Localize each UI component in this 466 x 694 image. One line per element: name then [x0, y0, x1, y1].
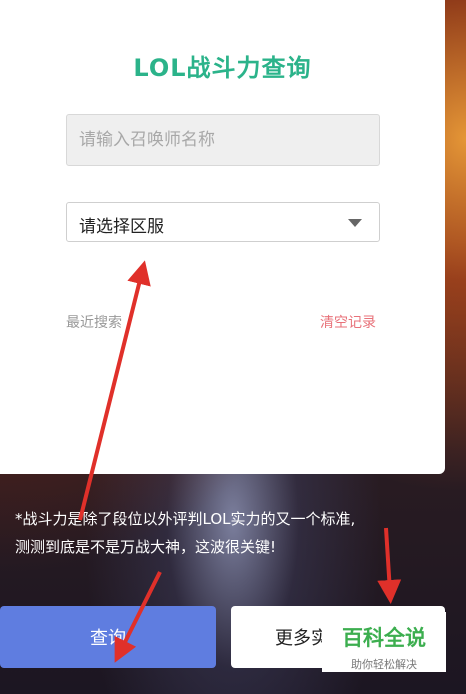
server-select[interactable]: 请选择区服	[66, 202, 380, 242]
info-note-line: *战斗力是除了段位以外评判LOL实力的又一个标准,	[15, 510, 356, 528]
recent-search-label: 最近搜索	[66, 315, 122, 331]
more-button-label: 更多实	[275, 628, 329, 649]
server-select-label: 请选择区服	[79, 217, 164, 237]
query-button[interactable]: 查询	[0, 606, 216, 668]
caret-down-icon	[348, 219, 362, 227]
watermark-title: 百科全说	[342, 626, 426, 650]
watermark-logo: 百科全说 助你轻松解决	[322, 612, 446, 672]
summoner-name-input[interactable]	[66, 114, 380, 166]
query-button-label: 查询	[90, 628, 126, 649]
clear-history-link[interactable]: 清空记录	[320, 312, 376, 332]
info-note: *战斗力是除了段位以外评判LOL实力的又一个标准, 测测到底是不是万战大神，这波…	[15, 505, 455, 561]
watermark-subtitle: 助你轻松解决	[351, 658, 417, 671]
info-note-line: 测测到底是不是万战大神，这波很关键!	[15, 538, 277, 556]
query-card: LOL战斗力查询 请选择区服 最近搜索 清空记录	[0, 0, 445, 474]
page-title: LOL战斗力查询	[133, 54, 312, 82]
